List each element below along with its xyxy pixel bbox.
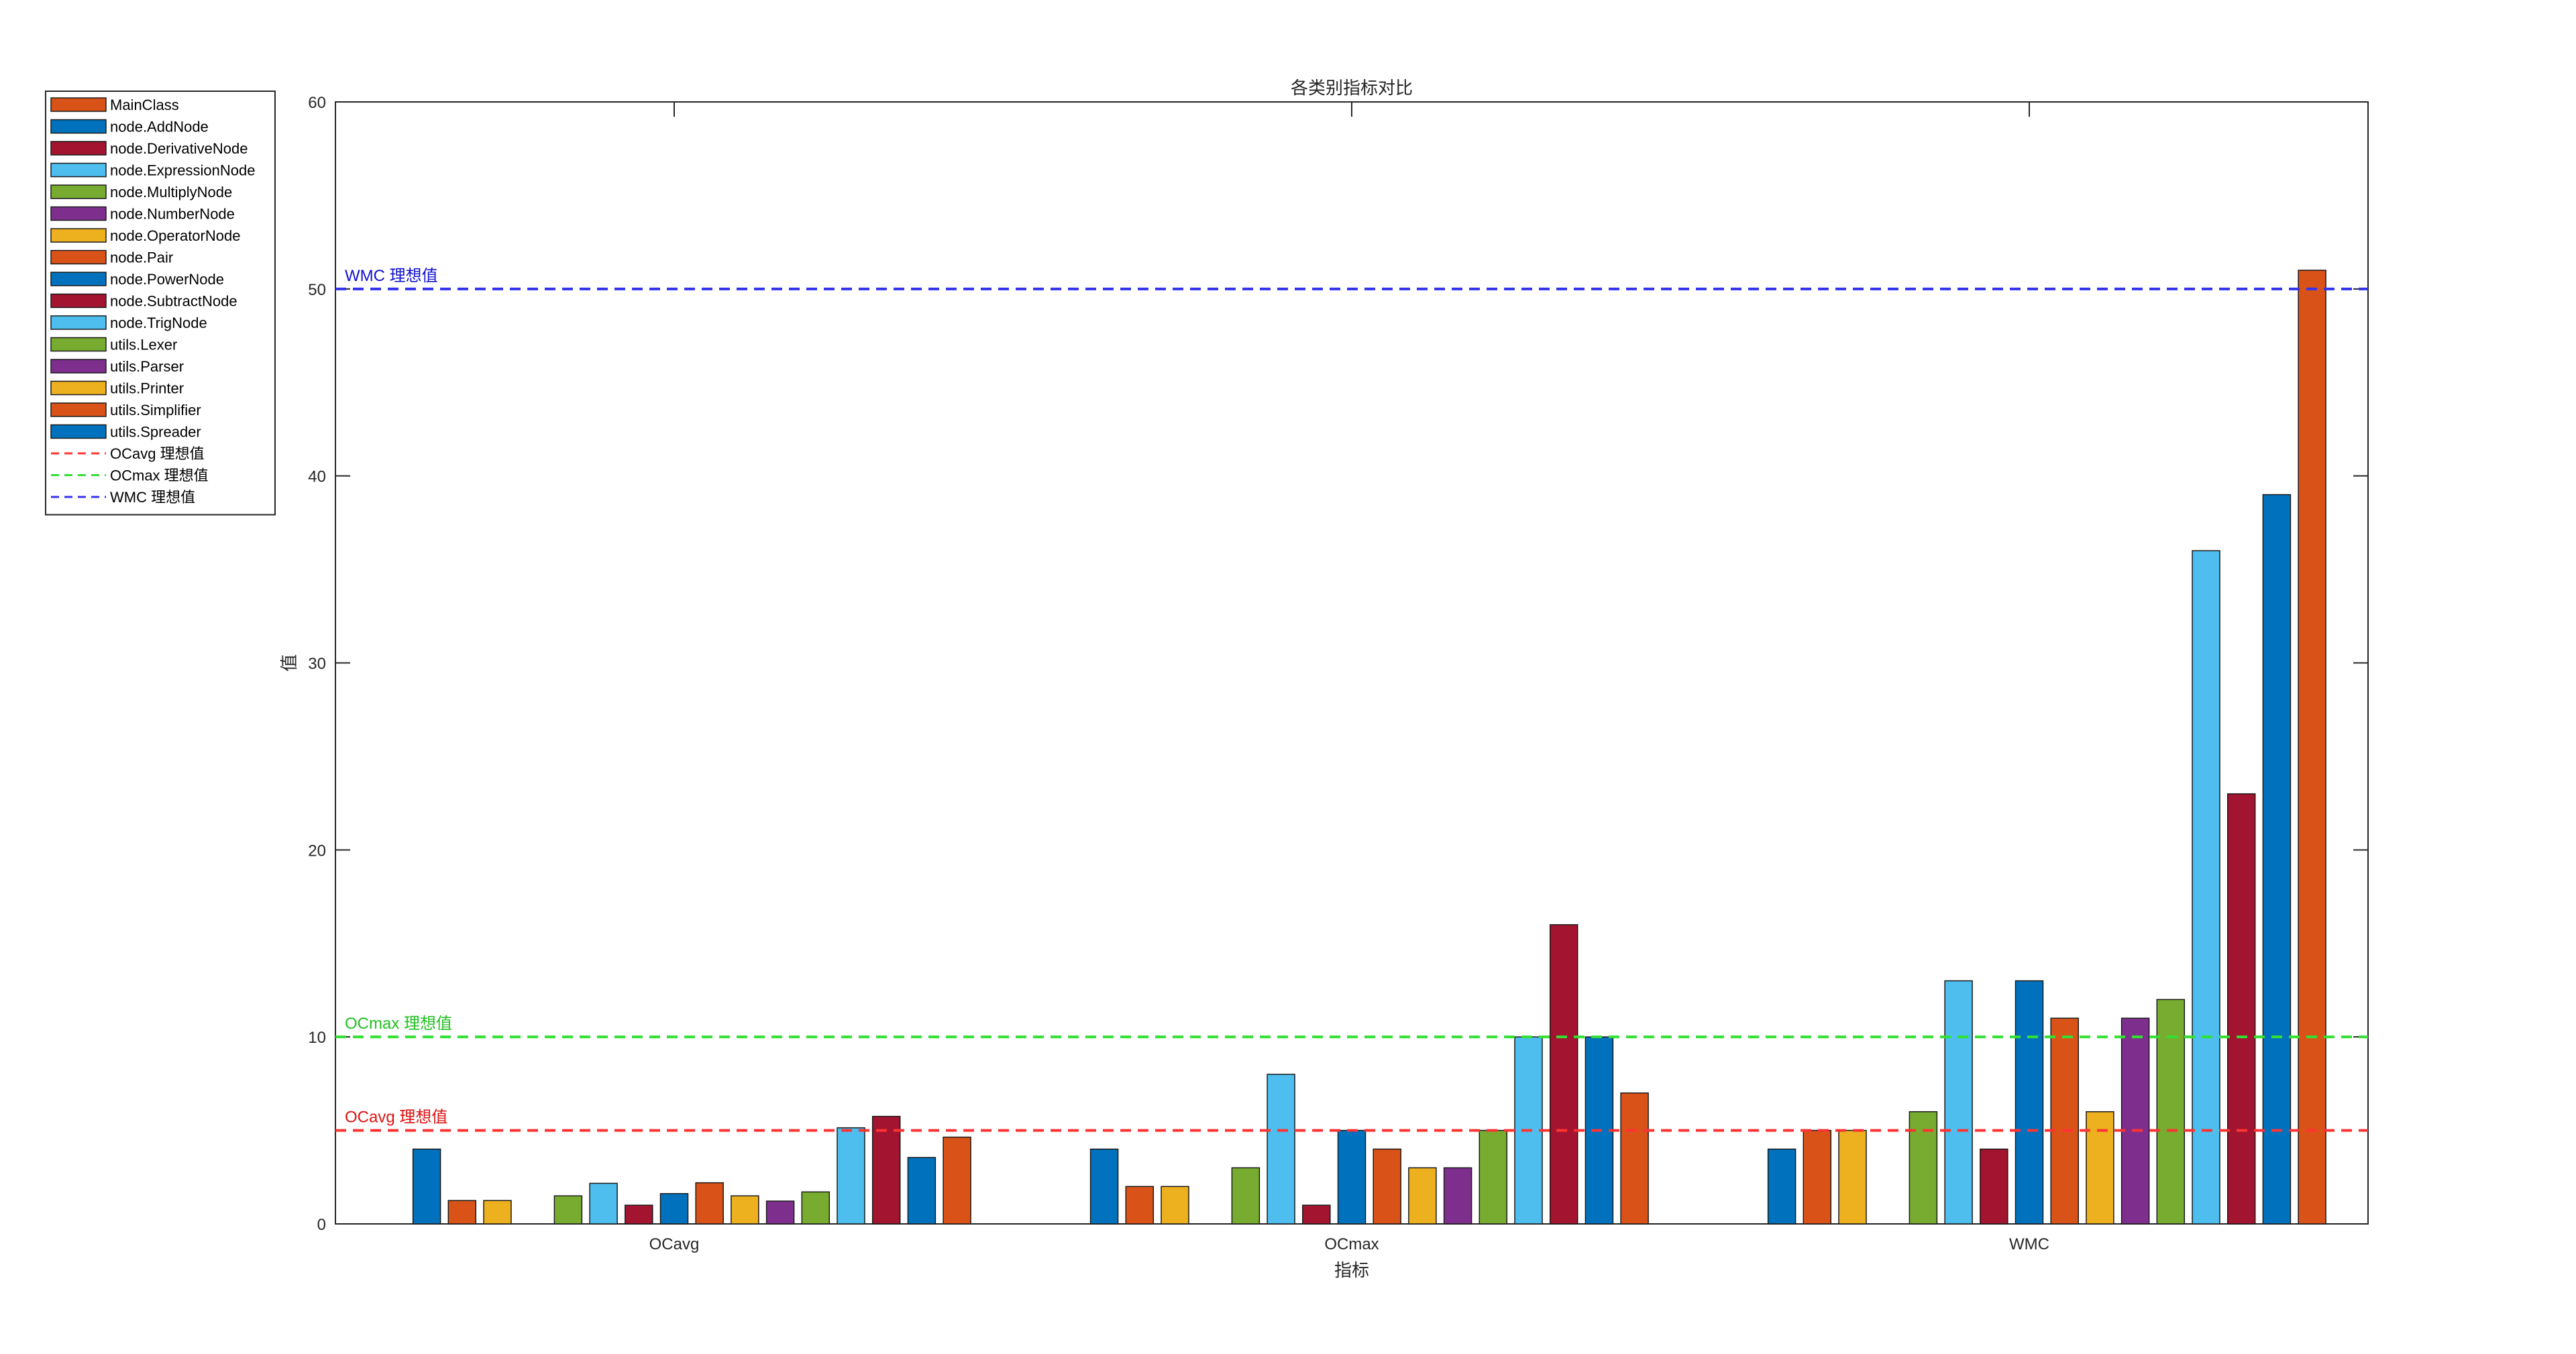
legend-entry-label: OCmax 理想值 bbox=[110, 467, 209, 484]
legend-swatch bbox=[50, 249, 107, 265]
bar-node-powernode-ocmax bbox=[1337, 1129, 1366, 1225]
chart: MainClass node.AddNode node.DerivativeNode… bbox=[45, 78, 2369, 1280]
legend-entry-label: utils.Parser bbox=[110, 358, 184, 375]
bar-utils-spreader-ocavg bbox=[907, 1157, 936, 1225]
bar-node-numbernode-ocmax bbox=[1231, 1167, 1260, 1225]
bar-utils-spreader-last--ocavg bbox=[943, 1136, 971, 1225]
reference-line-label: OCmax 理想值 bbox=[345, 1015, 452, 1033]
chart-title: 各类别指标对比 bbox=[1291, 78, 1413, 98]
bar-utils-spreader-wmc bbox=[2262, 494, 2292, 1225]
bar-node-subtractnode-wmc bbox=[2050, 1017, 2079, 1225]
legend-entry-label: utils.Simplifier bbox=[110, 402, 201, 418]
legend-swatch bbox=[50, 315, 107, 330]
plot-area: 0 10 20 30 40 50 60 OCavg OCmax WMC OCavg 理想值 OCmax… bbox=[308, 94, 2369, 1253]
x-tick-label: WMC bbox=[2009, 1235, 2049, 1253]
bar-utils-parser-wmc bbox=[2156, 999, 2186, 1225]
bar-node-operatornode-wmc bbox=[1944, 980, 1973, 1225]
bar-node-pair-ocmax bbox=[1302, 1204, 1331, 1225]
bar-node-expressionnode-ocavg bbox=[483, 1200, 512, 1225]
bar-utils-lexer-ocavg bbox=[765, 1200, 795, 1225]
reference-line-label: WMC 理想值 bbox=[345, 267, 438, 285]
legend-swatch bbox=[50, 162, 107, 178]
legend-entry-label: utils.Printer bbox=[110, 380, 184, 397]
bar-utils-parser-ocmax bbox=[1479, 1129, 1508, 1225]
bar-node-expressionnode-wmc bbox=[1838, 1129, 1867, 1225]
bar-node-addnode-ocavg bbox=[412, 1148, 441, 1225]
legend-swatch bbox=[50, 359, 107, 374]
bar-utils-simplifier-wmc bbox=[2226, 793, 2256, 1225]
bar-node-derivativenode-ocmax bbox=[1125, 1186, 1155, 1225]
legend-swatch bbox=[50, 141, 107, 156]
bar-utils-printer-wmc bbox=[2192, 550, 2220, 1225]
bar-node-trignode-ocmax bbox=[1408, 1167, 1437, 1225]
bar-node-pair-wmc bbox=[1980, 1148, 2008, 1225]
x-axis-label: 指标 bbox=[1334, 1260, 1369, 1280]
legend-entry-label: OCavg 理想值 bbox=[110, 445, 205, 462]
legend: MainClass node.AddNode node.DerivativeNode… bbox=[45, 91, 276, 516]
legend-swatch bbox=[50, 206, 107, 221]
bar-utils-parser-ocavg bbox=[801, 1191, 830, 1225]
bar-node-operatornode-ocmax bbox=[1267, 1074, 1295, 1225]
legend-entry-label: node.AddNode bbox=[110, 119, 209, 135]
legend-entry-label: WMC 理想值 bbox=[110, 489, 195, 506]
y-tick-label: 20 bbox=[308, 842, 326, 860]
legend-entry-label: MainClass bbox=[110, 97, 179, 113]
bar-node-addnode-ocmax bbox=[1089, 1148, 1119, 1225]
legend-swatch bbox=[50, 293, 107, 308]
legend-swatch bbox=[50, 184, 107, 199]
legend-swatch bbox=[50, 272, 107, 286]
x-tick-label: OCmax bbox=[1324, 1235, 1379, 1253]
bar-utils-spreader-last--ocmax bbox=[1620, 1092, 1649, 1225]
bar-node-trignode-wmc bbox=[2086, 1111, 2114, 1225]
y-tick-label: 60 bbox=[308, 94, 326, 112]
y-tick-label: 30 bbox=[308, 655, 326, 673]
legend-entry-label: utils.Lexer bbox=[110, 337, 177, 353]
legend-entry-label: node.PowerNode bbox=[110, 271, 224, 288]
legend-swatch bbox=[50, 228, 107, 243]
y-tick-label: 0 bbox=[317, 1216, 326, 1234]
y-tick-label: 10 bbox=[308, 1029, 326, 1047]
bar-node-operatornode-ocavg bbox=[589, 1182, 618, 1225]
legend-entry-label: node.DerivativeNode bbox=[110, 140, 248, 157]
legend-entry-label: node.TrigNode bbox=[110, 315, 207, 331]
bar-node-expressionnode-ocmax bbox=[1161, 1186, 1189, 1225]
bar-node-derivativenode-wmc bbox=[1803, 1129, 1832, 1225]
legend-swatch bbox=[50, 380, 107, 396]
bar-utils-lexer-wmc bbox=[2121, 1017, 2150, 1225]
bar-utils-simplifier-ocmax bbox=[1549, 924, 1578, 1225]
bar-utils-printer-ocavg bbox=[837, 1127, 865, 1225]
legend-entry-label: utils.Spreader bbox=[110, 424, 201, 441]
legend-entry-label: node.NumberNode bbox=[110, 206, 235, 223]
y-tick-label: 40 bbox=[308, 468, 326, 486]
legend-entry-label: node.MultiplyNode bbox=[110, 184, 232, 201]
bar-utils-spreader-last--wmc bbox=[2298, 270, 2326, 1225]
bar-node-derivativenode-ocavg bbox=[447, 1200, 477, 1225]
bar-node-subtractnode-ocmax bbox=[1373, 1148, 1401, 1225]
legend-swatch bbox=[50, 424, 107, 439]
legend-swatch bbox=[50, 97, 107, 112]
legend-swatch bbox=[50, 337, 107, 352]
bar-utils-lexer-ocmax bbox=[1443, 1167, 1472, 1225]
y-tick-label: 50 bbox=[308, 281, 326, 299]
bar-node-pair-ocavg bbox=[625, 1204, 653, 1225]
legend-swatch bbox=[50, 402, 107, 417]
legend-entry-label: node.SubtractNode bbox=[110, 293, 237, 310]
bar-node-numbernode-wmc bbox=[1909, 1111, 1938, 1225]
bar-node-numbernode-ocavg bbox=[553, 1195, 583, 1225]
bar-node-subtractnode-ocavg bbox=[695, 1182, 724, 1225]
bar-node-addnode-wmc bbox=[1767, 1148, 1796, 1225]
legend-swatch bbox=[50, 119, 107, 134]
legend-entry-label: node.Pair bbox=[110, 249, 173, 266]
x-tick-label: OCavg bbox=[649, 1235, 700, 1253]
legend-entry-label: node.ExpressionNode bbox=[110, 162, 255, 179]
bar-node-powernode-ocavg bbox=[659, 1193, 689, 1225]
bar-node-trignode-ocavg bbox=[731, 1195, 759, 1225]
reference-line-label: OCavg 理想值 bbox=[345, 1109, 447, 1127]
bar-utils-simplifier-ocavg bbox=[871, 1115, 901, 1225]
legend-entry-label: node.OperatorNode bbox=[110, 227, 240, 244]
y-axis-label: 值 bbox=[279, 654, 299, 671]
bar-node-powernode-wmc bbox=[2015, 980, 2044, 1225]
